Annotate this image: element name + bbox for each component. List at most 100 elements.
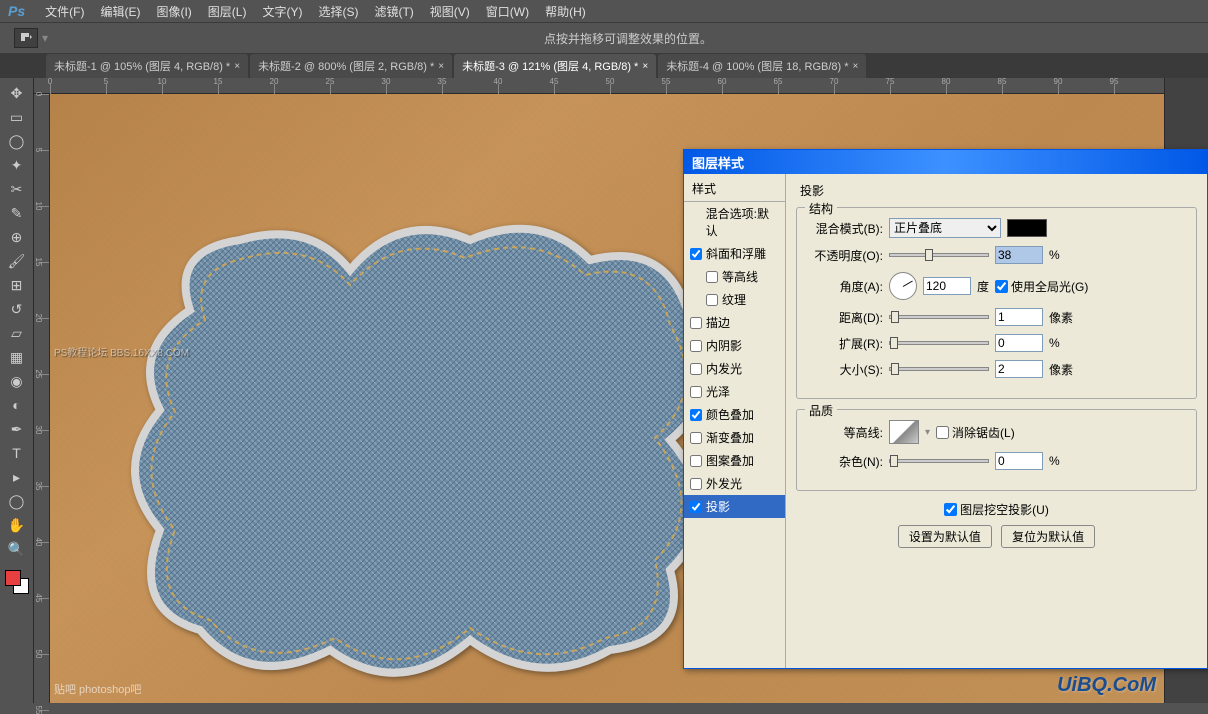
history-brush-tool[interactable]: ↺ <box>6 298 28 320</box>
close-icon[interactable]: × <box>234 61 240 72</box>
dodge-tool[interactable]: ◐ <box>6 394 28 416</box>
noise-input[interactable] <box>995 452 1043 470</box>
contour-picker[interactable] <box>889 420 919 444</box>
brush-tool[interactable]: 🖌 <box>6 250 28 272</box>
close-icon[interactable]: × <box>853 61 859 72</box>
distance-slider[interactable] <box>889 315 989 319</box>
structure-fieldset: 结构 混合模式(B): 正片叠底 不透明度(O): % 角度(A): 度 <box>796 207 1197 399</box>
style-label: 内阴影 <box>706 337 742 354</box>
style-item-5[interactable]: 内阴影 <box>684 334 785 357</box>
style-checkbox[interactable] <box>706 271 718 283</box>
style-item-11[interactable]: 外发光 <box>684 472 785 495</box>
menu-filter[interactable]: 滤镜(T) <box>366 1 421 22</box>
vertical-ruler[interactable]: 0510152025303540455055 <box>34 94 50 703</box>
watermark-forum: PS教程论坛 BBS.16XX8.COM <box>54 344 189 359</box>
style-item-1[interactable]: 斜面和浮雕 <box>684 242 785 265</box>
move-tool[interactable]: ✥ <box>6 82 28 104</box>
crop-tool[interactable]: ✂ <box>6 178 28 200</box>
style-checkbox[interactable] <box>690 455 702 467</box>
stamp-tool[interactable]: ⊞ <box>6 274 28 296</box>
menu-edit[interactable]: 编辑(E) <box>92 1 148 22</box>
blend-mode-select[interactable]: 正片叠底 <box>889 218 1001 238</box>
close-icon[interactable]: × <box>438 61 444 72</box>
eraser-tool[interactable]: ▱ <box>6 322 28 344</box>
size-slider[interactable] <box>889 367 989 371</box>
distance-input[interactable] <box>995 308 1043 326</box>
spread-slider[interactable] <box>889 341 989 345</box>
type-tool[interactable]: T <box>6 442 28 464</box>
style-item-8[interactable]: 颜色叠加 <box>684 403 785 426</box>
style-checkbox[interactable] <box>690 386 702 398</box>
menu-select[interactable]: 选择(S) <box>310 1 366 22</box>
rectangle-tool[interactable]: ◯ <box>6 490 28 512</box>
noise-label: 杂色(N): <box>807 453 883 470</box>
menu-window[interactable]: 窗口(W) <box>478 1 537 22</box>
style-item-9[interactable]: 渐变叠加 <box>684 426 785 449</box>
opacity-input[interactable] <box>995 246 1043 264</box>
style-item-0[interactable]: 混合选项:默认 <box>684 202 785 242</box>
make-default-button[interactable]: 设置为默认值 <box>898 525 992 548</box>
menu-image[interactable]: 图像(I) <box>148 1 199 22</box>
close-icon[interactable]: × <box>642 61 648 72</box>
tab-3[interactable]: 未标题-4 @ 100% (图层 18, RGB/8) *× <box>658 54 866 78</box>
tool-preset-picker[interactable] <box>14 28 38 48</box>
menu-view[interactable]: 视图(V) <box>422 1 478 22</box>
style-item-4[interactable]: 描边 <box>684 311 785 334</box>
menu-type[interactable]: 文字(Y) <box>254 1 310 22</box>
foreground-background-colors[interactable] <box>5 570 29 594</box>
path-select-tool[interactable]: ▸ <box>6 466 28 488</box>
style-checkbox[interactable] <box>690 409 702 421</box>
style-label: 混合选项:默认 <box>706 205 779 239</box>
lasso-tool[interactable]: ◯ <box>6 130 28 152</box>
tab-0[interactable]: 未标题-1 @ 105% (图层 4, RGB/8) *× <box>46 54 248 78</box>
menu-help[interactable]: 帮助(H) <box>537 1 594 22</box>
style-checkbox[interactable] <box>690 340 702 352</box>
style-checkbox[interactable] <box>690 317 702 329</box>
tab-2[interactable]: 未标题-3 @ 121% (图层 4, RGB/8) *× <box>454 54 656 78</box>
style-checkbox[interactable] <box>706 294 718 306</box>
watermark-uibq: UiBQ.CoM <box>1057 674 1156 697</box>
eyedropper-tool[interactable]: ✎ <box>6 202 28 224</box>
antialias-checkbox[interactable]: 消除锯齿(L) <box>936 424 1015 441</box>
style-checkbox[interactable] <box>690 478 702 490</box>
style-label: 光泽 <box>706 383 730 400</box>
style-item-12[interactable]: 投影 <box>684 495 785 518</box>
menu-file[interactable]: 文件(F) <box>37 1 92 22</box>
dialog-titlebar[interactable]: 图层样式 <box>684 150 1207 174</box>
style-checkbox[interactable] <box>690 248 702 260</box>
style-checkbox[interactable] <box>690 432 702 444</box>
style-item-3[interactable]: 纹理 <box>684 288 785 311</box>
style-item-10[interactable]: 图案叠加 <box>684 449 785 472</box>
pen-tool[interactable]: ✒ <box>6 418 28 440</box>
zoom-tool[interactable]: 🔍 <box>6 538 28 560</box>
reset-default-button[interactable]: 复位为默认值 <box>1001 525 1095 548</box>
style-checkbox[interactable] <box>690 363 702 375</box>
tab-1[interactable]: 未标题-2 @ 800% (图层 2, RGB/8) *× <box>250 54 452 78</box>
gradient-tool[interactable]: ▦ <box>6 346 28 368</box>
style-checkbox[interactable] <box>690 501 702 513</box>
opacity-slider[interactable] <box>889 253 989 257</box>
angle-dial[interactable] <box>889 272 917 300</box>
spread-input[interactable] <box>995 334 1043 352</box>
knockout-checkbox[interactable]: 图层挖空投影(U) <box>944 501 1049 518</box>
angle-input[interactable] <box>923 277 971 295</box>
magic-wand-tool[interactable]: ✦ <box>6 154 28 176</box>
menu-layer[interactable]: 图层(L) <box>200 1 255 22</box>
global-light-checkbox[interactable]: 使用全局光(G) <box>995 278 1088 295</box>
horizontal-ruler[interactable]: 05101520253035404550556065707580859095 <box>34 78 1164 94</box>
style-item-7[interactable]: 光泽 <box>684 380 785 403</box>
hand-tool[interactable]: ✋ <box>6 514 28 536</box>
foreground-color-swatch[interactable] <box>5 570 21 586</box>
shadow-color-swatch[interactable] <box>1007 219 1047 237</box>
spread-label: 扩展(R): <box>807 335 883 352</box>
style-item-2[interactable]: 等高线 <box>684 265 785 288</box>
blur-tool[interactable]: ◉ <box>6 370 28 392</box>
marquee-tool[interactable]: ▭ <box>6 106 28 128</box>
size-input[interactable] <box>995 360 1043 378</box>
noise-slider[interactable] <box>889 459 989 463</box>
angle-unit: 度 <box>977 278 989 295</box>
style-label: 图案叠加 <box>706 452 754 469</box>
healing-tool[interactable]: ⊕ <box>6 226 28 248</box>
style-item-6[interactable]: 内发光 <box>684 357 785 380</box>
angle-label: 角度(A): <box>807 278 883 295</box>
